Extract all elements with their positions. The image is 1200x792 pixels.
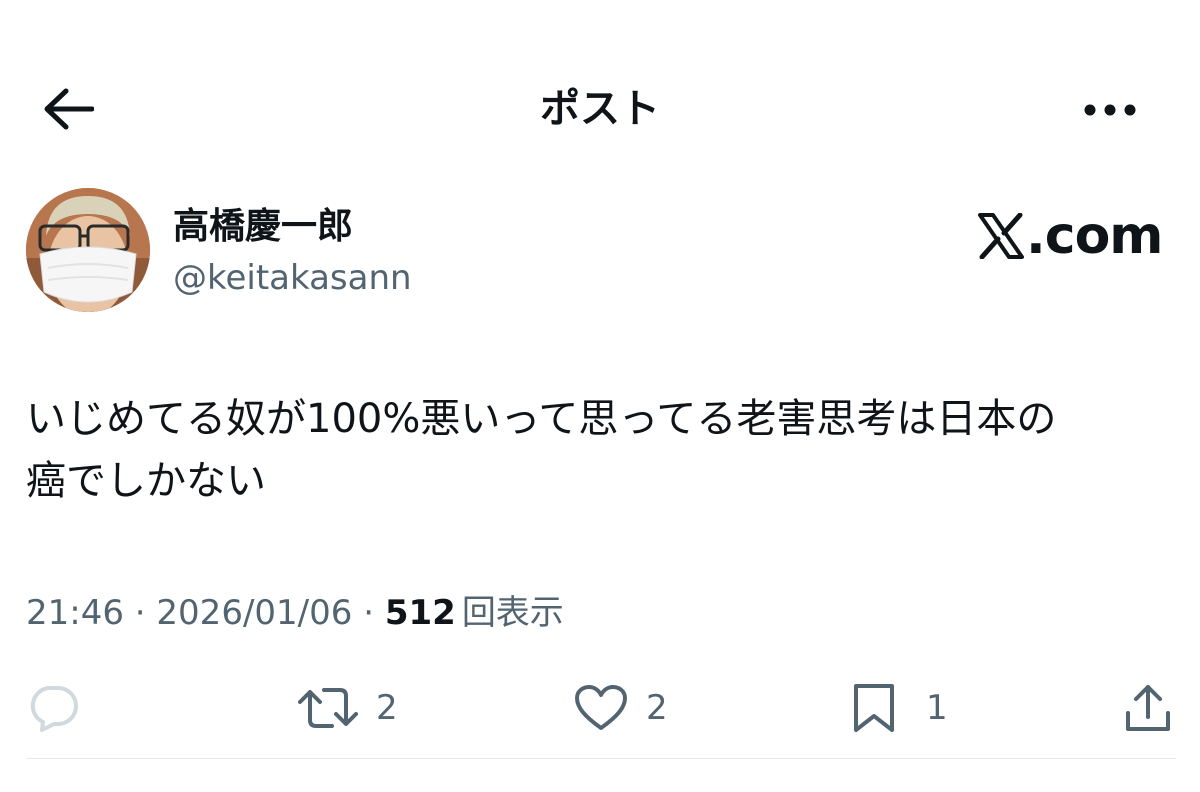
retweet-button[interactable]: 2 [298,682,398,734]
share-button[interactable] [1124,682,1172,734]
post-text: いじめてる奴が100%悪いって思ってる老害思考は日本の 癌でしかない [26,388,1176,512]
reply-icon [30,686,78,732]
x-com-logo[interactable]: .com [978,206,1163,266]
meta-separator-1: · [123,593,157,633]
page-title: ポスト [540,86,660,132]
divider [26,758,1176,759]
more-button[interactable] [1080,88,1140,132]
like-count: 2 [646,688,668,728]
x-com-text: .com [1026,206,1163,266]
bookmark-button[interactable]: 1 [852,682,948,734]
author-handle[interactable]: @keitakasann [173,256,412,300]
retweet-count: 2 [376,688,398,728]
reply-button[interactable] [26,682,80,734]
post-time[interactable]: 21:46 [26,593,124,633]
avatar[interactable] [26,188,150,312]
views-label: 回表示 [461,593,564,633]
like-icon [575,685,627,730]
avatar-image [26,188,150,312]
x-logo-icon [978,213,1024,259]
bookmark-icon [854,684,894,732]
post-date[interactable]: 2026/01/06 [156,593,352,633]
meta-separator-2: · [352,593,385,633]
top-bar: ポスト [0,0,1200,170]
views-count: 512 [384,593,456,633]
like-button[interactable]: 2 [574,682,668,734]
post-text-line-1: いじめてる奴が100%悪いって思ってる老害思考は日本の [26,396,1057,442]
bookmark-count: 1 [926,688,948,728]
more-icon [1084,104,1136,116]
share-icon [1126,685,1170,731]
post-meta: 21:46 · 2026/01/06 · 512 回表示 [26,590,564,636]
retweet-icon [298,688,358,728]
author-name[interactable]: 高橋慶一郎 [173,204,353,250]
post-text-line-2: 癌でしかない [26,458,266,504]
